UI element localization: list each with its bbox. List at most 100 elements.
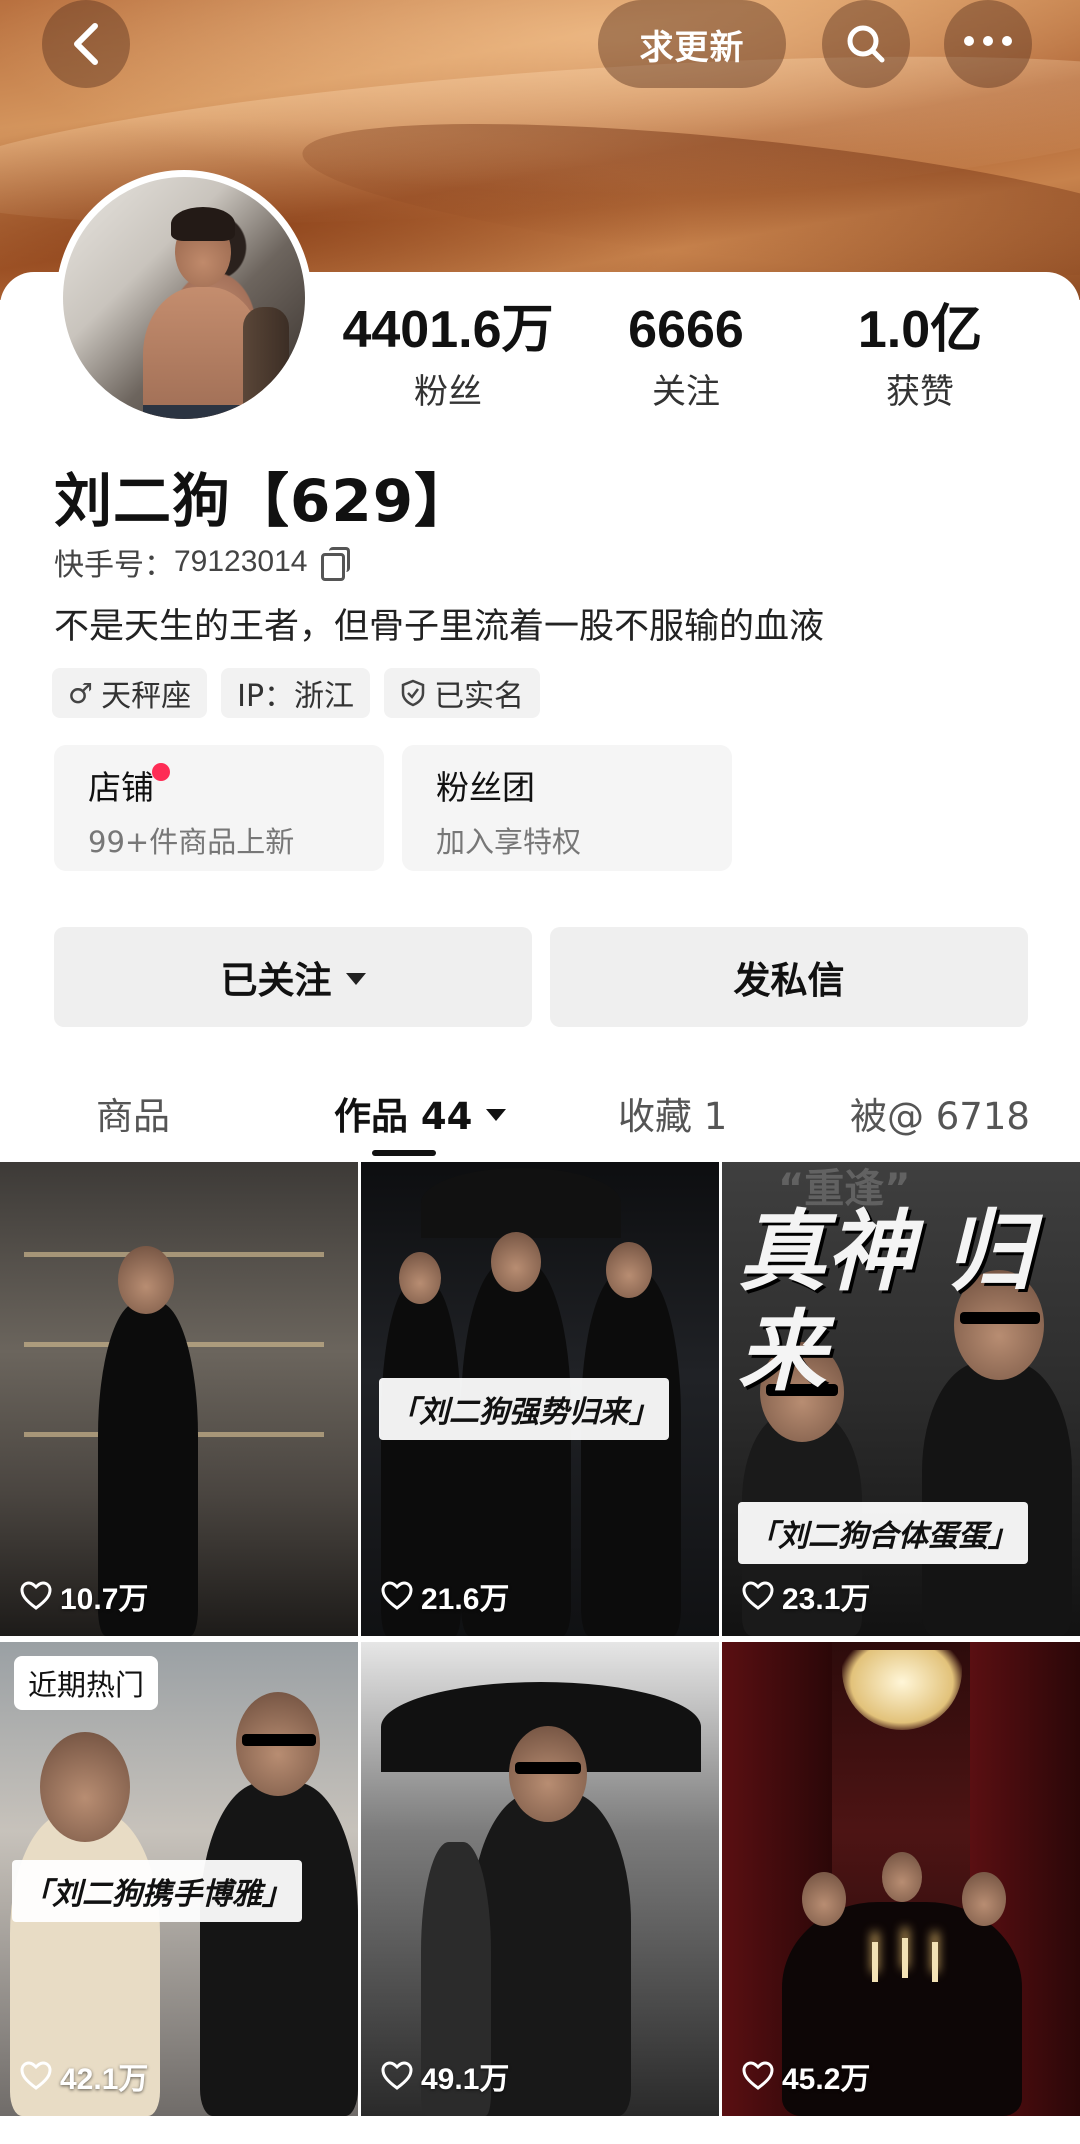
heart-icon [381,1581,413,1610]
like-count-text: 42.1万 [60,2063,149,2096]
heart-icon [20,2061,52,2090]
video-thumbnail[interactable]: “重逢” 真神 归来 「刘二狗合体蛋蛋」 23.1万 [722,1162,1080,1636]
thumbnail-figure [399,1252,441,1304]
like-count-text: 10.7万 [60,1583,149,1616]
video-caption: 「刘二狗合体蛋蛋」 [738,1502,1028,1564]
thumbnail-chandelier [842,1650,962,1730]
avatar[interactable] [56,170,312,426]
tag-text: IP：浙江 [237,679,355,714]
send-message-button[interactable]: 发私信 [550,927,1028,1027]
like-count-text: 49.1万 [421,2063,510,2096]
like-count: 45.2万 [742,2054,870,2098]
caret-down-icon [345,973,366,985]
video-thumbnail[interactable]: 10.7万 [0,1162,358,1636]
followed-button[interactable]: 已关注 [54,927,532,1027]
following-label: 关注 [652,372,720,412]
caret-down-icon [486,1109,507,1121]
tab-works[interactable]: 作品 44 [334,1068,507,1158]
tag-ip-location: IP：浙江 [221,668,371,718]
tag-verified: 已实名 [384,668,541,718]
video-overlay-title: 真神 归来 [738,1200,1033,1403]
thumbnail-figure [922,1362,1072,1636]
heart-icon [381,2061,413,2090]
verified-shield-icon [401,679,425,707]
back-button[interactable] [42,0,130,88]
heart-icon [742,1581,774,1610]
thumbnail-shelf [24,1252,324,1257]
profile-name: 刘二狗【629】 [54,467,474,535]
video-caption: 「刘二狗携手博雅」 [12,1860,302,1922]
thumbnail-figure [581,1272,681,1636]
thumbnail-candle [872,1942,878,1982]
like-count: 23.1万 [742,1574,870,1618]
fans-stat[interactable]: 4401.6万 粉丝 [328,300,568,413]
video-caption: 「刘二狗强势归来」 [379,1378,669,1440]
thumbnail-figure [491,1232,541,1292]
shop-title: 店铺 [88,761,170,809]
fans-count: 4401.6万 [342,301,554,359]
fan-club-subtitle: 加入享特权 [436,825,582,859]
profile-bio: 不是天生的王者，但骨子里流着一股不服输的血液 [54,607,825,647]
thumbnail-figure [606,1242,652,1298]
user-id-value: 79123014 [174,545,308,578]
shop-entry[interactable]: 店铺 99+件商品上新 [54,745,384,871]
thumbnail-figure [962,1872,1006,1926]
tab-mentions[interactable]: 被@ 6718 [850,1068,1030,1158]
followed-label: 已关注 [220,959,332,1002]
video-thumbnail[interactable]: 「刘二狗强势归来」 21.6万 [361,1162,719,1636]
like-count-text: 21.6万 [421,1583,510,1616]
following-count: 6666 [628,301,744,359]
following-stat[interactable]: 6666 关注 [566,300,806,413]
content-tabs: 商品 作品 44 收藏 1 被@ 6718 [0,1068,1080,1158]
video-thumbnail[interactable]: 45.2万 [722,1642,1080,2116]
thumbnail-candle [902,1938,908,1978]
thumbnail-candle [932,1942,938,1982]
like-count: 21.6万 [381,1574,509,1618]
active-tab-indicator [372,1150,436,1156]
thumbnail-figure [802,1872,846,1926]
more-button[interactable] [944,0,1032,88]
thumbnail-figure [40,1732,130,1842]
chevron-left-icon [74,23,98,65]
tab-favorites[interactable]: 收藏 1 [618,1068,727,1158]
tag-text: 天秤座 [101,679,192,714]
shop-title-text: 店铺 [88,768,154,807]
like-count-text: 45.2万 [782,2063,871,2096]
tag-text: 已实名 [434,679,525,714]
thumbnail-figure [242,1734,316,1746]
profile-tags: ♂ 天秤座 IP：浙江 已实名 [52,668,541,718]
search-button[interactable] [822,0,910,88]
fan-club-entry[interactable]: 粉丝团 加入享特权 [402,745,732,871]
tab-goods[interactable]: 商品 [96,1068,170,1158]
tag-constellation: ♂ 天秤座 [52,668,208,718]
like-count: 42.1万 [20,2054,148,2098]
like-count: 10.7万 [20,1574,148,1618]
thumbnail-figure [515,1762,581,1774]
heart-icon [742,2061,774,2090]
like-count: 49.1万 [381,2054,509,2098]
heart-icon [20,1581,52,1610]
thumbnail-figure [200,1782,358,2116]
likes-stat[interactable]: 1.0亿 获赞 [800,300,1040,413]
request-update-button[interactable]: 求更新 [598,0,786,88]
thumbnail-figure [421,1168,621,1238]
thumbnail-figure [882,1852,922,1902]
fans-label: 粉丝 [414,372,482,412]
likes-count: 1.0亿 [857,301,983,359]
notification-dot [152,763,170,781]
tab-works-label: 作品 44 [334,1095,473,1138]
user-id-label: 快手号： [54,548,174,583]
search-icon [847,25,885,63]
more-dots-icon [964,36,1012,46]
shop-subtitle: 99+件商品上新 [88,825,295,859]
male-icon: ♂ [68,676,94,710]
user-id-row: 快手号： 79123014 [54,540,351,584]
trending-badge: 近期热门 [14,1656,159,1710]
copy-icon[interactable] [321,547,351,581]
video-thumbnail[interactable]: 近期热门 「刘二狗携手博雅」 42.1万 [0,1642,358,2116]
like-count-text: 23.1万 [782,1583,871,1616]
fan-club-title: 粉丝团 [436,768,535,807]
likes-label: 获赞 [886,372,954,412]
thumbnail-figure [509,1726,587,1822]
video-thumbnail[interactable]: 49.1万 [361,1642,719,2116]
